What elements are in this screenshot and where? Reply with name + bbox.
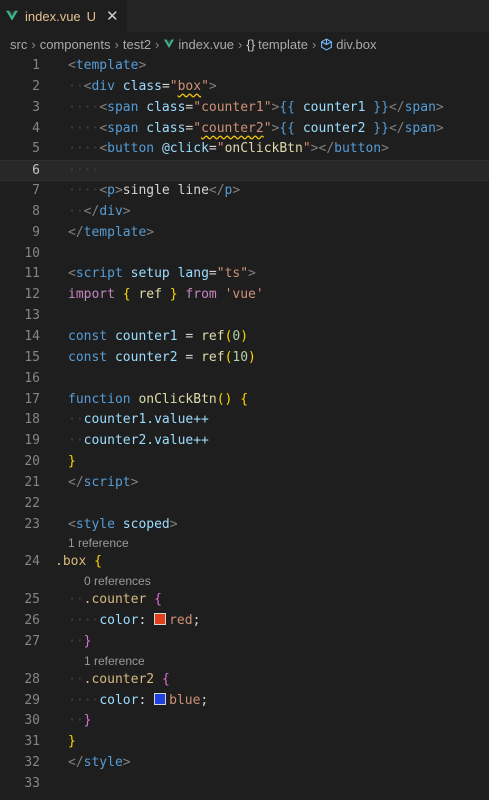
code-line: 26 ····color: red; — [24, 613, 201, 629]
codelens-references[interactable]: 1 reference — [0, 535, 489, 552]
code-line: 24 .box { — [24, 554, 102, 570]
braces-icon: {} — [246, 36, 256, 52]
code-line: 31} — [24, 734, 76, 750]
code-line: 16 — [24, 370, 40, 386]
breadcrumb-components[interactable]: components — [40, 37, 111, 52]
vue-file-icon — [6, 10, 18, 21]
code-line: 10 — [24, 245, 40, 261]
breadcrumb-index-vue[interactable]: index.vue — [178, 37, 234, 52]
code-line: 20} — [24, 454, 76, 470]
code-line: 8 ··</div> — [32, 203, 131, 219]
code-line: 21 </script> — [24, 474, 139, 490]
code-line: 5 ····<button @click="onClickBtn"></butto… — [32, 141, 389, 157]
code-line: 12 import { ref } from 'vue' — [24, 287, 264, 303]
code-line: 28 ··.counter2 { — [24, 671, 170, 687]
breadcrumb-template[interactable]: template — [258, 37, 308, 52]
color-swatch-icon[interactable] — [154, 692, 167, 705]
color-swatch-icon[interactable] — [154, 613, 167, 626]
breadcrumb-src[interactable]: src — [10, 37, 27, 52]
code-line: 2 ··<div class="box"> — [32, 78, 217, 94]
chevron-right-icon: › — [31, 36, 36, 52]
code-line: 9 </template> — [32, 224, 155, 240]
code-editor[interactable]: 1 <template> 2 ··<div class="box"> 3 ····<s… — [0, 56, 489, 795]
vue-file-icon — [164, 39, 175, 48]
chevron-right-icon: › — [155, 36, 160, 52]
chevron-right-icon: › — [114, 36, 119, 52]
code-line: 27 ··} — [24, 633, 92, 649]
chevron-right-icon: › — [238, 36, 243, 52]
codelens-references[interactable]: 0 references — [0, 573, 489, 590]
code-line: 18 ··counter1.value++ — [24, 412, 209, 428]
breadcrumb-test2[interactable]: test2 — [123, 37, 151, 52]
code-line-current: 6 ···· — [0, 160, 489, 182]
code-line: 13 — [24, 308, 40, 324]
code-line: 11 <script setup lang="ts"> — [24, 266, 256, 282]
code-line: 15 const counter2 = ref(10) — [24, 349, 256, 365]
codelens-references[interactable]: 1 reference — [0, 653, 489, 670]
tab-index-vue[interactable]: index.vue U ✕ — [0, 0, 128, 32]
code-line: 33 — [24, 776, 40, 791]
tab-status-badge: U — [86, 8, 97, 24]
chevron-right-icon: › — [311, 36, 317, 52]
code-line: 3 ····<span class="counter1">{{ counter1 … — [32, 99, 444, 115]
code-line: 32 </style> — [24, 755, 131, 771]
tab-filename: index.vue — [25, 8, 81, 24]
code-line: 23 <style scoped> — [24, 516, 178, 532]
code-line: 29 ····color: blue; — [24, 692, 209, 708]
breadcrumb-div-box[interactable]: div.box — [336, 37, 376, 52]
cube-icon — [321, 37, 333, 51]
tab-bar: index.vue U ✕ — [0, 0, 489, 32]
breadcrumb: src › components › test2 › index.vue › {… — [0, 32, 489, 56]
code-line: 7 ····<p>single line</p> — [32, 183, 241, 199]
code-line: 1 <template> — [32, 58, 147, 73]
code-line: 30 ··} — [24, 713, 92, 729]
close-icon[interactable]: ✕ — [106, 7, 119, 25]
code-line: 17 function onClickBtn() { — [24, 391, 249, 407]
code-line: 4 ····<span class="counter2">{{ counter2 … — [32, 120, 444, 136]
code-line: 14 const counter1 = ref(0) — [24, 328, 249, 344]
code-line: 19 ··counter2.value++ — [24, 433, 209, 449]
code-line: 22 — [24, 495, 40, 511]
code-line: 25 ··.counter { — [24, 592, 162, 608]
